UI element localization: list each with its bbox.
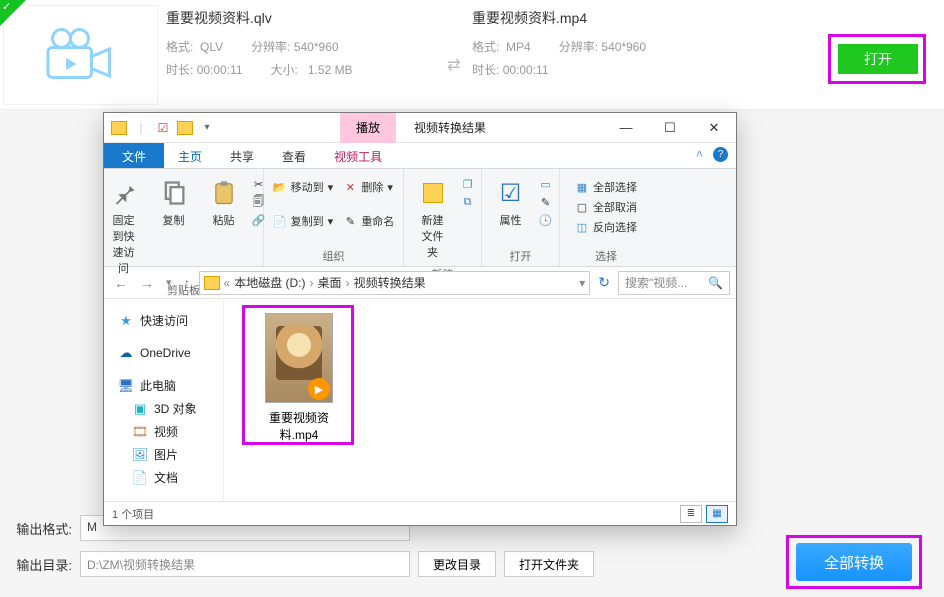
minimize-button[interactable]: — — [604, 113, 648, 143]
sidebar-item-documents[interactable]: 📄文档 — [112, 466, 215, 489]
file-item-label: 重要视频资料.mp4 — [252, 409, 346, 443]
dest-meta: 重要视频资料.mp4 格式: MP4 分辨率: 540*960 时长: 00:0… — [472, 0, 742, 84]
file-thumbnail: ▶ — [265, 313, 333, 403]
ribbon-tab-share[interactable]: 共享 — [216, 143, 268, 168]
file-pane[interactable]: ▶ 重要视频资料.mp4 — [224, 299, 736, 501]
invertsel-button[interactable]: ◫反向选择 — [575, 219, 637, 235]
source-filename: 重要视频资料.qlv — [166, 8, 436, 28]
sidebar-item-quickaccess[interactable]: ★快速访问 — [112, 309, 215, 332]
selectnone-button[interactable]: ▢全部取消 — [575, 199, 637, 215]
convert-all-button[interactable]: 全部转换 — [796, 543, 912, 581]
group-organize-label: 组织 — [323, 248, 345, 264]
ribbon-tab-home[interactable]: 主页 — [164, 143, 216, 168]
sidebar-item-pictures[interactable]: 🖼图片 — [112, 443, 215, 466]
paste-button[interactable]: 粘贴 — [202, 173, 246, 232]
newitem-button[interactable]: ❐ — [461, 177, 475, 191]
conversion-row: 重要视频资料.qlv 格式: QLV 分辨率: 540*960 时长: 00:0… — [0, 0, 944, 110]
output-dir-input[interactable]: D:\ZM\视频转换结果 — [80, 551, 410, 577]
search-icon: 🔍 — [708, 276, 723, 290]
open-folder-button[interactable]: 打开文件夹 — [504, 551, 594, 577]
ribbon-collapse-icon[interactable]: ˄ — [696, 147, 703, 162]
refresh-icon[interactable]: ↻ — [598, 274, 610, 291]
ribbon-body: 固定到快 速访问 复制 粘贴 ✂ 🗐 🔗 剪贴板 — [104, 169, 736, 267]
ribbon-tab-view[interactable]: 查看 — [268, 143, 320, 168]
ribbon-help-icon[interactable]: ? — [713, 147, 728, 162]
dest-filename: 重要视频资料.mp4 — [472, 8, 742, 28]
properties-button[interactable]: ☑ 属性 — [489, 173, 533, 232]
open-dd-button[interactable]: ▭ — [539, 177, 553, 191]
nav-back-icon[interactable]: ← — [110, 275, 132, 291]
qat-check-icon[interactable]: ☑ — [154, 119, 172, 137]
source-meta: 重要视频资料.qlv 格式: QLV 分辨率: 540*960 时长: 00:0… — [166, 0, 436, 84]
contextual-tab-play[interactable]: 播放 — [340, 113, 396, 143]
group-select-label: 选择 — [595, 248, 617, 264]
history-button[interactable]: 🕓 — [539, 213, 553, 227]
ribbon-tabs: 文件 主页 共享 查看 视频工具 ˄ ? — [104, 143, 736, 169]
breadcrumb[interactable]: « 本地磁盘 (D:)› 桌面› 视频转换结果 ▾ — [199, 271, 591, 295]
easyaccess-button[interactable]: ⧉ — [461, 195, 475, 209]
explorer-sidebar: ★快速访问 ☁OneDrive 🖥此电脑 ▣3D 对象 🎞视频 🖼图片 📄文档 — [104, 299, 224, 501]
file-item[interactable]: ▶ 重要视频资料.mp4 — [252, 313, 346, 443]
output-format-label: 输出格式: — [12, 519, 72, 538]
group-open-label: 打开 — [510, 248, 532, 264]
camera-icon — [41, 25, 121, 85]
status-bar: 1 个项目 ≣ ▦ — [104, 501, 736, 525]
explorer-search-input[interactable]: 搜索"视频... 🔍 — [618, 271, 730, 295]
close-button[interactable]: ✕ — [692, 113, 736, 143]
change-dir-button[interactable]: 更改目录 — [418, 551, 496, 577]
open-button[interactable]: 打开 — [838, 44, 918, 74]
copyto-button[interactable]: 📄复制到 ▾ ✎重命名 — [273, 213, 395, 229]
nav-recent-icon[interactable]: ▾ — [162, 276, 176, 289]
window-title: 视频转换结果 — [414, 119, 486, 136]
view-details-icon[interactable]: ≣ — [680, 505, 702, 523]
explorer-titlebar[interactable]: | ☑ ▾ 播放 视频转换结果 — ☐ ✕ — [104, 113, 736, 143]
nav-fwd-icon[interactable]: → — [136, 275, 158, 291]
ribbon-file-tab[interactable]: 文件 — [104, 143, 164, 168]
status-text: 1 个项目 — [112, 506, 154, 522]
sidebar-item-3dobjects[interactable]: ▣3D 对象 — [112, 397, 215, 420]
source-thumbnail — [3, 5, 158, 105]
maximize-button[interactable]: ☐ — [648, 113, 692, 143]
qat-sep: | — [132, 119, 150, 137]
ribbon-tab-videotools[interactable]: 视频工具 — [320, 143, 396, 168]
newfolder-button[interactable]: 新建 文件夹 — [411, 173, 455, 264]
qat-dropdown-icon[interactable]: ▾ — [198, 119, 216, 137]
crumb-folder-icon — [204, 276, 220, 290]
address-bar: ← → ▾ ↑ « 本地磁盘 (D:)› 桌面› 视频转换结果 ▾ ↻ 搜索"视… — [104, 267, 736, 299]
explorer-window: | ☑ ▾ 播放 视频转换结果 — ☐ ✕ 文件 主页 共享 查看 视频工具 ˄… — [103, 112, 737, 526]
moveto-button[interactable]: 📂移动到 ▾ ✕删除 ▾ — [273, 179, 393, 195]
copy-button[interactable]: 复制 — [152, 173, 196, 232]
output-dir-label: 输出目录: — [12, 555, 72, 574]
selectall-button[interactable]: ▦全部选择 — [575, 179, 637, 195]
folder-icon — [110, 119, 128, 137]
qat-folder-icon[interactable] — [176, 119, 194, 137]
check-corner-icon — [0, 0, 26, 26]
play-overlay-icon: ▶ — [308, 378, 330, 400]
nav-up-icon[interactable]: ↑ — [180, 275, 195, 291]
edit-button[interactable]: ✎ — [539, 195, 553, 209]
view-largeicons-icon[interactable]: ▦ — [706, 505, 728, 523]
sidebar-item-thispc[interactable]: 🖥此电脑 — [112, 374, 215, 397]
crumb-dropdown-icon[interactable]: ▾ — [579, 276, 585, 290]
shuffle-icon[interactable]: ⇄ — [436, 0, 472, 75]
pin-quickaccess-button[interactable]: 固定到快 速访问 — [102, 173, 146, 280]
sidebar-item-onedrive[interactable]: ☁OneDrive — [112, 342, 215, 364]
sidebar-item-videos[interactable]: 🎞视频 — [112, 420, 215, 443]
